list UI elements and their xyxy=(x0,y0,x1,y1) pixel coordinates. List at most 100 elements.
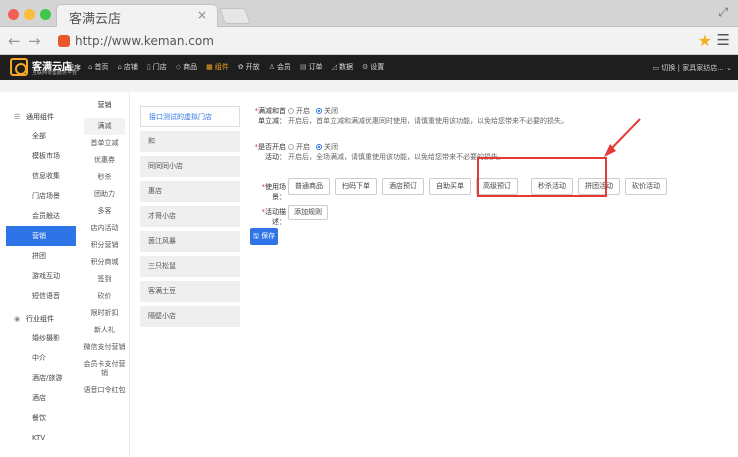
sidebar-item[interactable]: 婚纱摄影 xyxy=(6,328,76,348)
nav-item-label: 开放 xyxy=(245,63,260,71)
browser-window: 客满云店 × ⤢ ← → http://www.keman.com ★ ☰ 客满… xyxy=(0,0,738,457)
sidebar-item[interactable]: 信息收集 xyxy=(6,166,76,186)
sidebar-item[interactable]: 全部 xyxy=(6,126,76,146)
store-item[interactable]: 三只松鼠 xyxy=(140,256,240,277)
close-window-button[interactable] xyxy=(8,9,19,20)
scene-button[interactable]: 自助买单 xyxy=(429,178,471,195)
nav-item-7[interactable]: ▤ 订单 xyxy=(300,62,323,72)
marketing-item[interactable]: 首单立减 xyxy=(80,135,129,152)
new-tab-button[interactable] xyxy=(219,8,251,24)
marketing-item[interactable]: 满减 xyxy=(84,118,125,135)
store-item[interactable]: 和 xyxy=(140,131,240,152)
sidebar-item[interactable]: 酒店/旅游 xyxy=(6,368,76,388)
nav-item-label: 数据 xyxy=(338,63,353,71)
save-icon: 🖫 xyxy=(252,232,259,240)
radio-off[interactable] xyxy=(316,108,322,114)
mini-program-link[interactable]: 小程序 xyxy=(60,63,81,73)
store-item[interactable]: 惠店 xyxy=(140,181,240,202)
close-tab-icon[interactable]: × xyxy=(197,8,207,22)
shop-name[interactable]: 家具家纺店... xyxy=(682,64,724,72)
save-button[interactable]: 🖫 保存 xyxy=(250,228,278,245)
nav-item-8[interactable]: ◿ 数据 xyxy=(332,62,353,72)
marketing-item[interactable]: 积分营销 xyxy=(80,237,129,254)
marketing-item[interactable]: 店内活动 xyxy=(80,220,129,237)
nav-item-2[interactable]: ▯ 门店 xyxy=(147,62,167,72)
zoom-window-button[interactable] xyxy=(40,9,51,20)
nav-item-1[interactable]: ⌂ 店铺 xyxy=(117,62,137,72)
tab-title: 客满云店 xyxy=(69,12,122,27)
browser-menu-icon[interactable]: ☰ xyxy=(717,31,730,49)
store-item[interactable]: 客满土豆 xyxy=(140,281,240,302)
marketing-item[interactable]: 多客 xyxy=(80,203,129,220)
minimize-window-button[interactable] xyxy=(24,9,35,20)
browser-tab[interactable]: 客满云店 × xyxy=(56,4,218,28)
sidebar-item[interactable]: 拼团 xyxy=(6,246,76,266)
radio-on-option[interactable]: 开启 xyxy=(288,107,310,115)
scene-button[interactable]: 酒店预订 xyxy=(382,178,424,195)
store-item[interactable]: 同同同小店 xyxy=(140,156,240,177)
nav-item-0[interactable]: ⌂ 首页 xyxy=(88,62,108,72)
chevron-down-icon[interactable]: ⌄ xyxy=(726,64,732,72)
radio-off[interactable] xyxy=(316,144,322,150)
marketing-item[interactable]: 新人礼 xyxy=(80,322,129,339)
radio-on-option[interactable]: 开启 xyxy=(288,143,310,151)
marketing-item[interactable]: 微信支付营销 xyxy=(80,339,129,356)
sidebar-item[interactable]: 营销 xyxy=(6,226,76,246)
nav-item-icon: ⚙ xyxy=(361,63,369,71)
sidebar-item[interactable]: 酒店 xyxy=(6,388,76,408)
marketing-item[interactable]: 秒杀 xyxy=(80,169,129,186)
sidebar-item[interactable]: 模板市场 xyxy=(6,146,76,166)
group-header-1[interactable]: ◉ 行业组件 xyxy=(6,310,76,328)
marketing-item[interactable]: 限时折扣 xyxy=(80,305,129,322)
store-item[interactable]: 接口测试的虚拟门店 xyxy=(140,106,240,127)
nav-item-label: 会员 xyxy=(276,63,291,71)
nav-item-3[interactable]: ◇ 商品 xyxy=(176,62,197,72)
radio-on[interactable] xyxy=(288,144,294,150)
toggle-label: *满减和首单立减： xyxy=(254,107,287,125)
radio-off-option[interactable]: 关闭 xyxy=(316,107,338,115)
store-item[interactable]: 才哥小店 xyxy=(140,206,240,227)
marketing-item[interactable]: 砍价 xyxy=(80,288,129,305)
radio-on-label: 开启 xyxy=(296,143,310,151)
back-arrow-icon[interactable]: ← xyxy=(8,32,21,50)
add-rule-button[interactable]: 添加规则 xyxy=(288,205,328,220)
sidebar-item[interactable]: KTV xyxy=(6,428,76,448)
bookmark-star-icon[interactable]: ★ xyxy=(698,31,712,50)
sidebar-item[interactable]: 餐饮 xyxy=(6,408,76,428)
marketing-item[interactable]: 语音口令红包 xyxy=(80,382,129,399)
marketing-item[interactable]: 会员卡支付营销 xyxy=(80,356,129,382)
sidebar-item[interactable]: 门店场景 xyxy=(6,186,76,206)
marketing-item[interactable]: 优惠券 xyxy=(80,152,129,169)
nav-item-6[interactable]: ♙ 会员 xyxy=(269,62,291,72)
switch-link[interactable]: 切换 xyxy=(661,64,675,72)
nav-item-9[interactable]: ⚙ 设置 xyxy=(362,62,384,72)
save-label: 保存 xyxy=(261,232,276,240)
nav-right: ▭ 切换 | 家具家纺店... ⌄ xyxy=(653,63,732,73)
radio-off-option[interactable]: 关闭 xyxy=(316,143,338,151)
nav-item-label: 商品 xyxy=(183,63,198,71)
top-menu: ⌂ 首页 ⌂ 店铺 ▯ 门店 ◇ 商品 ▦ 组件 ✿ 开放 ♙ 会员 ▤ 订单 ◿ 数据 ⚙ 设置 xyxy=(88,62,384,72)
nav-item-4[interactable]: ▦ 组件 xyxy=(206,62,229,72)
marketing-item[interactable]: 积分商城 xyxy=(80,254,129,271)
group-icon: ◉ xyxy=(14,315,21,323)
scene-button[interactable]: 砍价活动 xyxy=(625,178,667,195)
sidebar-item[interactable]: 游戏互动 xyxy=(6,266,76,286)
sidebar-item[interactable]: 中介 xyxy=(6,348,76,368)
nav-item-5[interactable]: ✿ 开放 xyxy=(238,62,260,72)
toggle-label: *是否开启活动： xyxy=(254,143,287,161)
marketing-item[interactable]: 团助力 xyxy=(80,186,129,203)
nav-item-icon: ⌂ xyxy=(117,63,122,71)
radio-on[interactable] xyxy=(288,108,294,114)
sidebar-item[interactable]: 会员触达 xyxy=(6,206,76,226)
store-item[interactable]: 茵江风暴 xyxy=(140,231,240,252)
switch-icon[interactable]: ▭ xyxy=(653,64,660,72)
forward-arrow-icon[interactable]: → xyxy=(28,32,41,50)
scene-button[interactable]: 普通商品 xyxy=(288,178,330,195)
store-item[interactable]: 隔壁小店 xyxy=(140,306,240,327)
url-field[interactable]: http://www.keman.com xyxy=(75,34,214,48)
scene-button[interactable]: 扫码下单 xyxy=(335,178,377,195)
marketing-item[interactable]: 签到 xyxy=(80,271,129,288)
group-header-0[interactable]: ☰ 通用组件 xyxy=(6,108,76,126)
sidebar-item[interactable]: 短信语音 xyxy=(6,286,76,306)
expand-icon[interactable]: ⤢ xyxy=(718,5,728,20)
